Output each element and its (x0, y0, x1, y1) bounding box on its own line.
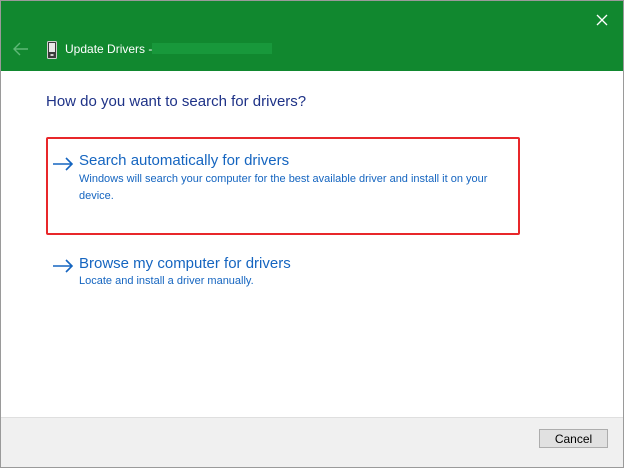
back-button[interactable] (10, 39, 32, 59)
title-bar: Update Drivers - (1, 1, 623, 71)
page-heading: How do you want to search for drivers? (46, 93, 307, 110)
update-drivers-window: Update Drivers - How do you want to sear… (0, 0, 624, 468)
content-area: How do you want to search for drivers? S… (1, 71, 623, 417)
option-description: Windows will search your computer for th… (79, 173, 488, 202)
option-description: Locate and install a driver manually. (79, 275, 254, 287)
window-title: Update Drivers - (65, 42, 153, 56)
option-title: Browse my computer for drivers (79, 255, 291, 272)
back-arrow-icon (13, 42, 28, 56)
right-arrow-icon (53, 157, 74, 171)
redacted-device-name (152, 43, 272, 54)
close-icon (596, 14, 608, 26)
search-automatically-option[interactable]: Search automatically for drivers Windows… (46, 137, 520, 235)
browse-computer-option[interactable]: Browse my computer for drivers Locate an… (46, 251, 520, 301)
option-title: Search automatically for drivers (79, 152, 290, 169)
cancel-button[interactable]: Cancel (539, 429, 608, 448)
right-arrow-icon (53, 259, 74, 273)
close-button[interactable] (589, 7, 615, 33)
device-icon (47, 41, 57, 59)
footer: Cancel (1, 417, 623, 467)
